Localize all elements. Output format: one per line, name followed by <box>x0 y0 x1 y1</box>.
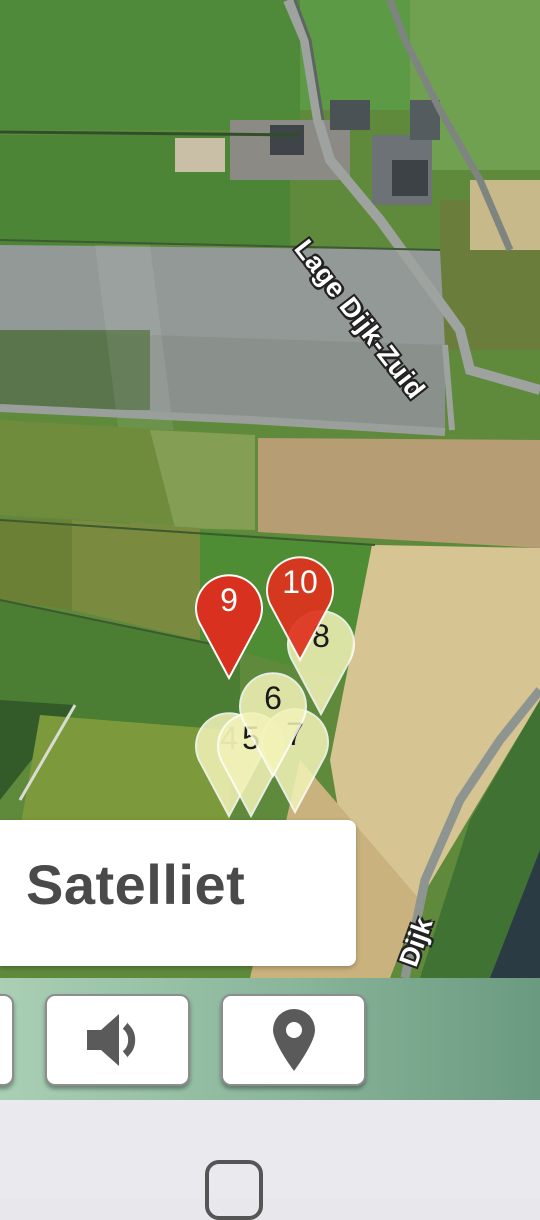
sound-button[interactable] <box>45 994 190 1086</box>
marker-label: 10 <box>282 564 318 600</box>
map-marker-9[interactable]: 9 <box>192 566 266 682</box>
system-nav-bar <box>0 1100 540 1199</box>
marker-label: 9 <box>220 582 238 618</box>
map-marker-10[interactable]: 10 <box>263 548 337 664</box>
map-type-label: Satelliet <box>26 853 246 916</box>
partial-toolbar-button[interactable] <box>0 994 14 1086</box>
map-pin-icon <box>272 1009 315 1071</box>
location-button[interactable] <box>221 994 366 1086</box>
home-button[interactable] <box>205 1160 263 1220</box>
speaker-icon <box>86 1014 135 1066</box>
